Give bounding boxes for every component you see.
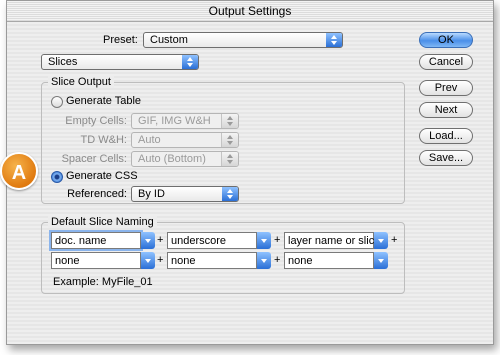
naming-example: Example: MyFile_01	[53, 276, 153, 288]
dialog-content: Preset: Custom Slices Slice Output Gener…	[7, 22, 493, 344]
naming-combo-2-3[interactable]: none	[284, 252, 388, 269]
combo-value: none	[55, 255, 80, 267]
generate-css-radio[interactable]	[51, 171, 63, 183]
stage: Output Settings Preset: Custom Slices Sl…	[0, 0, 500, 355]
chevron-down-icon[interactable]	[374, 252, 388, 269]
slice-output-title: Slice Output	[48, 76, 114, 88]
save-button[interactable]: Save...	[419, 150, 473, 166]
plus-sign: +	[274, 234, 281, 246]
naming-combo-1-1[interactable]: doc. name	[51, 232, 155, 249]
generate-css-label: Generate CSS	[66, 170, 138, 182]
spacer-cells-select[interactable]: Auto (Bottom)	[131, 151, 239, 167]
empty-cells-value: GIF, IMG W&H	[138, 115, 211, 127]
updown-arrow-icon	[221, 114, 238, 128]
combo-field: layer name or slice	[284, 232, 380, 249]
naming-combo-1-2[interactable]: underscore	[167, 232, 271, 249]
section-value: Slices	[48, 56, 78, 68]
output-settings-dialog: Output Settings Preset: Custom Slices Sl…	[6, 0, 494, 345]
td-wh-label: TD W&H:	[80, 134, 127, 146]
next-button[interactable]: Next	[419, 102, 473, 118]
empty-cells-label: Empty Cells:	[65, 115, 127, 127]
updown-arrow-icon	[221, 152, 238, 166]
prev-button[interactable]: Prev	[419, 80, 473, 96]
plus-sign: +	[157, 254, 164, 266]
updown-arrow-icon	[326, 33, 342, 47]
load-button[interactable]: Load...	[419, 128, 473, 144]
preset-label: Preset:	[103, 34, 138, 46]
cancel-button[interactable]: Cancel	[419, 54, 473, 70]
combo-field: none	[284, 252, 374, 269]
plus-sign: +	[274, 254, 281, 266]
section-select[interactable]: Slices	[41, 54, 199, 70]
preset-select[interactable]: Custom	[143, 32, 343, 48]
naming-combo-2-1[interactable]: none	[51, 252, 155, 269]
generate-table-label: Generate Table	[66, 95, 142, 107]
updown-arrow-icon	[182, 55, 198, 69]
plus-sign: +	[391, 234, 398, 246]
ok-button[interactable]: OK	[419, 32, 473, 48]
naming-combo-2-2[interactable]: none	[167, 252, 271, 269]
chevron-down-icon[interactable]	[141, 232, 155, 249]
combo-value: layer name or slice	[288, 235, 381, 247]
combo-field: doc. name	[51, 232, 141, 249]
spacer-cells-value: Auto (Bottom)	[138, 153, 206, 165]
combo-field: none	[51, 252, 141, 269]
slice-naming-title: Default Slice Naming	[48, 216, 157, 228]
combo-value: doc. name	[55, 235, 107, 247]
spacer-cells-label: Spacer Cells:	[61, 153, 127, 165]
plus-sign: +	[157, 234, 164, 246]
naming-combo-1-3[interactable]: layer name or slice	[284, 232, 388, 249]
generate-table-radio[interactable]	[51, 96, 63, 108]
preset-value: Custom	[150, 34, 188, 46]
combo-value: none	[288, 255, 313, 267]
combo-value: underscore	[171, 235, 227, 247]
window-title: Output Settings	[208, 4, 292, 18]
chevron-down-icon[interactable]	[141, 252, 155, 269]
td-wh-select[interactable]: Auto	[131, 132, 239, 148]
empty-cells-select[interactable]: GIF, IMG W&H	[131, 113, 239, 129]
updown-arrow-icon	[222, 187, 238, 201]
referenced-label: Referenced:	[67, 188, 127, 200]
td-wh-value: Auto	[138, 134, 161, 146]
title-bar[interactable]: Output Settings	[7, 1, 493, 22]
updown-arrow-icon	[221, 133, 238, 147]
chevron-down-icon[interactable]	[374, 232, 388, 249]
combo-value: none	[171, 255, 196, 267]
callout-badge-a: A	[0, 152, 38, 190]
chevron-down-icon[interactable]	[257, 252, 271, 269]
referenced-value: By ID	[138, 188, 165, 200]
combo-field: underscore	[167, 232, 257, 249]
chevron-down-icon[interactable]	[257, 232, 271, 249]
referenced-select[interactable]: By ID	[131, 186, 239, 202]
combo-field: none	[167, 252, 257, 269]
